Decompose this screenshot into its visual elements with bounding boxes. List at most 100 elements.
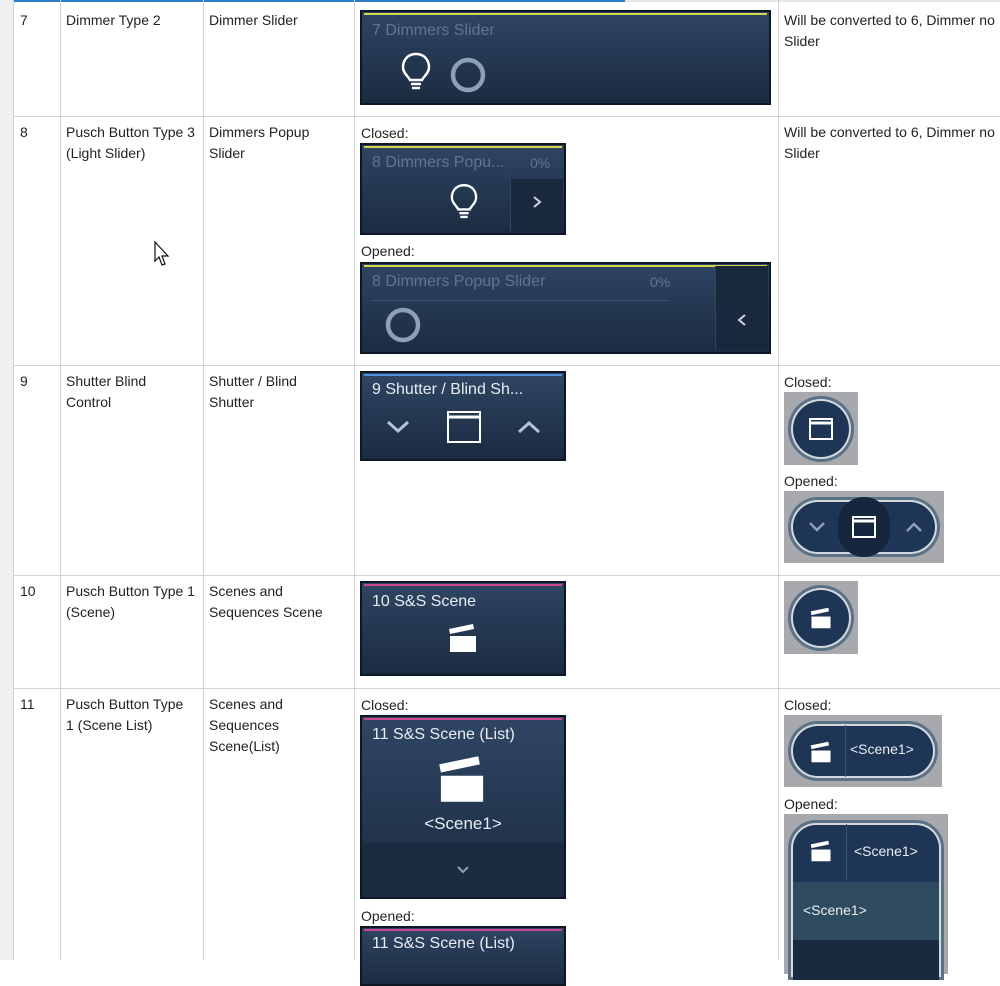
row-number: 7 <box>20 12 28 28</box>
scene-button[interactable] <box>788 585 854 651</box>
tile-title: 11 S&S Scene (List) <box>372 935 515 952</box>
original-type: Pusch Button Type 1 (Scene) <box>66 583 195 620</box>
circle-icon <box>450 57 486 93</box>
accent-strip <box>364 265 767 267</box>
original-type: Shutter Blind Control <box>66 373 147 410</box>
window-shutter-icon <box>852 516 876 538</box>
window-shutter-icon[interactable] <box>446 410 482 444</box>
opened-label: Opened: <box>361 243 415 259</box>
chevron-down-icon <box>457 866 469 874</box>
opened-label: Opened: <box>784 796 838 812</box>
mouse-cursor-icon <box>154 240 170 266</box>
closed-label: Closed: <box>784 697 832 713</box>
tile-title: 10 S&S Scene <box>372 593 477 610</box>
conversion-note: Will be converted to 6, Dimmer no Slider <box>784 124 995 161</box>
accent-strip <box>364 146 562 148</box>
tile-title: 9 Shutter / Blind Sh... <box>372 381 524 398</box>
chevron-down-icon[interactable] <box>385 419 411 435</box>
row-number: 9 <box>20 373 28 389</box>
closed-label: Closed: <box>784 374 832 390</box>
tile-title: 11 S&S Scene (List) <box>372 726 515 743</box>
original-type: Pusch Button Type 1 (Scene List) <box>66 696 184 733</box>
lightbulb-icon <box>401 52 431 90</box>
accent-strip <box>364 929 562 931</box>
left-gutter <box>0 0 14 960</box>
target-type: Scenes and Sequences Scene(List) <box>209 696 283 754</box>
slider-track[interactable] <box>370 300 670 301</box>
scene-list-pill[interactable]: <Scene1> <box>788 721 938 781</box>
clapperboard-icon[interactable] <box>447 623 479 653</box>
original-type: Dimmer Type 2 <box>66 12 161 28</box>
target-type: Dimmers Popup Slider <box>209 124 310 161</box>
scene-list-footer <box>793 940 939 980</box>
opened-label: Opened: <box>784 473 838 489</box>
row-divider <box>13 365 1000 366</box>
row-divider <box>13 575 1000 576</box>
row-number: 8 <box>20 124 28 140</box>
accent-strip <box>364 718 562 720</box>
clapperboard-icon <box>810 840 831 862</box>
tile-title: 8 Dimmers Popu... <box>372 154 505 171</box>
column-divider <box>60 0 61 960</box>
target-type: Scenes and Sequences Scene <box>209 583 323 620</box>
dropdown-area[interactable] <box>362 843 564 897</box>
row-divider <box>13 688 1000 689</box>
list-item-label: <Scene1> <box>803 902 867 918</box>
pill-divider <box>845 725 846 777</box>
window-shutter-icon <box>809 418 833 440</box>
circle-icon[interactable] <box>384 306 422 344</box>
target-type: Dimmer Slider <box>209 12 298 28</box>
shutter-opened-preview <box>784 491 944 563</box>
shutter-pill <box>788 497 940 557</box>
scene-preview <box>784 581 858 654</box>
chevron-right-icon <box>533 196 542 208</box>
shutter-tile: 9 Shutter / Blind Sh... <box>360 371 566 461</box>
pill-divider <box>846 824 847 880</box>
closed-label: Closed: <box>361 125 409 141</box>
scene-list-closed-tile: 11 S&S Scene (List) <Scene1> <box>360 715 566 899</box>
chevron-down-icon[interactable] <box>808 521 826 533</box>
chevron-up-icon[interactable] <box>516 419 542 435</box>
chevron-left-icon <box>737 314 746 326</box>
dimmer-popup-opened-tile: 8 Dimmers Popup Slider 0% <box>360 262 771 354</box>
shutter-center-button[interactable] <box>838 497 890 557</box>
column-divider <box>203 0 204 960</box>
lightbulb-icon <box>450 184 478 219</box>
opened-label: Opened: <box>361 908 415 924</box>
percent-readout: 0% <box>530 155 551 171</box>
expand-side-panel[interactable] <box>510 179 563 231</box>
row-divider <box>13 116 1000 117</box>
clapperboard-icon <box>810 607 831 629</box>
scene-name: <Scene1> <box>850 741 914 757</box>
scene-name: <Scene1> <box>424 814 502 833</box>
row-number: 11 <box>20 696 35 712</box>
shutter-button[interactable] <box>788 396 854 462</box>
tile-title: 7 Dimmers Slider <box>372 22 495 39</box>
accent-strip <box>364 584 562 586</box>
scene-list-closed-preview: <Scene1> <box>784 715 942 787</box>
accent-strip <box>364 13 767 15</box>
target-type: Shutter / Blind Shutter <box>209 373 297 410</box>
top-progress-line <box>0 0 1000 2</box>
clapperboard-icon[interactable] <box>436 753 488 805</box>
tile-title: 8 Dimmers Popup Slider <box>372 273 546 290</box>
scene-list-panel: <Scene1> <Scene1> <box>788 820 944 980</box>
scene-list-opened-tile: 11 S&S Scene (List) <box>360 926 566 986</box>
scene-tile: 10 S&S Scene <box>360 581 566 676</box>
dimmer-popup-closed-tile: 8 Dimmers Popu... 0% <box>360 143 566 235</box>
closed-label: Closed: <box>361 697 409 713</box>
column-divider <box>778 0 779 960</box>
column-divider <box>354 0 355 960</box>
collapse-side-panel[interactable] <box>715 266 768 350</box>
percent-readout: 0% <box>650 274 671 290</box>
accent-strip <box>364 374 562 376</box>
row-number: 10 <box>20 583 36 599</box>
scene-list-opened-preview: <Scene1> <Scene1> <box>784 814 948 980</box>
dimmer-slider-tile: 7 Dimmers Slider <box>360 10 771 105</box>
scene-list-item[interactable]: <Scene1> <box>793 882 939 940</box>
conversion-note: Will be converted to 6, Dimmer no Slider <box>784 12 995 49</box>
shutter-closed-preview <box>784 392 858 465</box>
original-type: Pusch Button Type 3 (Light Slider) <box>66 124 195 161</box>
scene-name: <Scene1> <box>854 843 918 859</box>
chevron-up-icon[interactable] <box>905 521 923 533</box>
